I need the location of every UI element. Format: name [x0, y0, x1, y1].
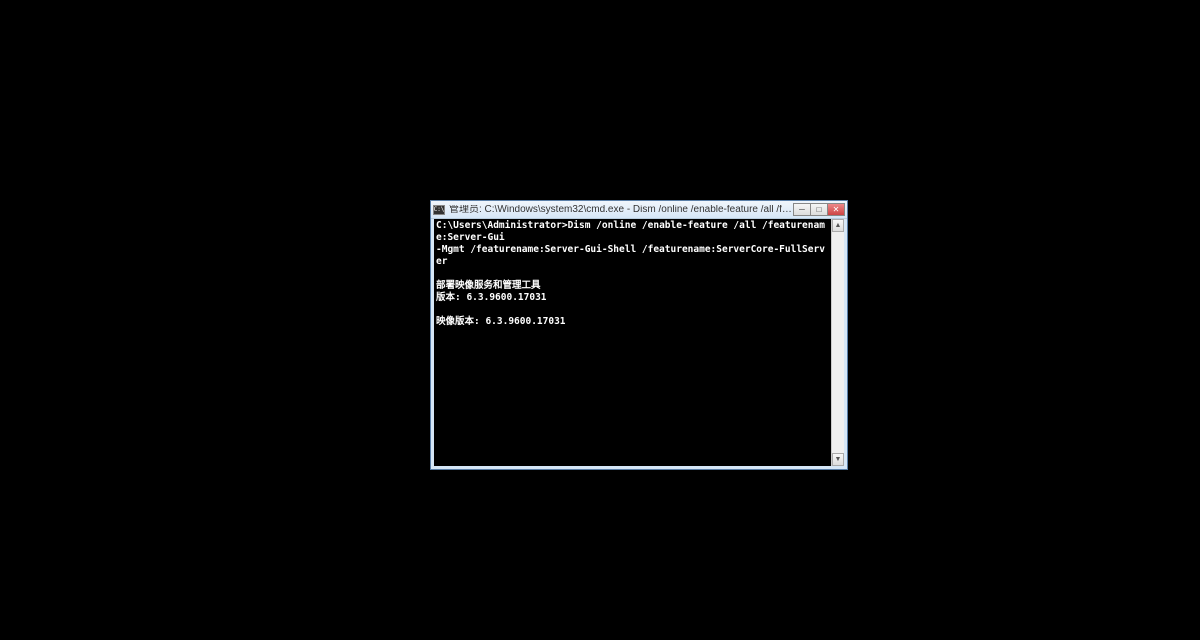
scroll-down-button[interactable]: ▼ — [832, 453, 844, 466]
titlebar[interactable]: C:\ 管理员: C:\Windows\system32\cmd.exe - D… — [431, 201, 847, 219]
scroll-up-button[interactable]: ▲ — [832, 219, 844, 232]
command-text-2: -Mgmt /featurename:Server-Gui-Shell /fea… — [436, 244, 825, 267]
vertical-scrollbar[interactable]: ▲ ▼ — [831, 219, 844, 466]
console-output[interactable]: C:\Users\Administrator>Dism /online /ena… — [434, 219, 831, 466]
close-button[interactable]: ✕ — [827, 203, 845, 216]
maximize-button[interactable]: □ — [810, 203, 828, 216]
window-controls: ─ □ ✕ — [794, 203, 845, 216]
window-title: 管理员: C:\Windows\system32\cmd.exe - Dism … — [449, 205, 794, 215]
console-client-area: C:\Users\Administrator>Dism /online /ena… — [434, 219, 844, 466]
output-version: 版本: 6.3.9600.17031 — [436, 292, 547, 303]
cmd-window: C:\ 管理员: C:\Windows\system32\cmd.exe - D… — [430, 200, 848, 470]
output-image-version: 映像版本: 6.3.9600.17031 — [436, 316, 566, 327]
prompt-text: C:\Users\Administrator> — [436, 220, 568, 231]
cmd-icon: C:\ — [433, 205, 445, 215]
output-service-name: 部署映像服务和管理工具 — [436, 280, 541, 291]
minimize-button[interactable]: ─ — [793, 203, 811, 216]
